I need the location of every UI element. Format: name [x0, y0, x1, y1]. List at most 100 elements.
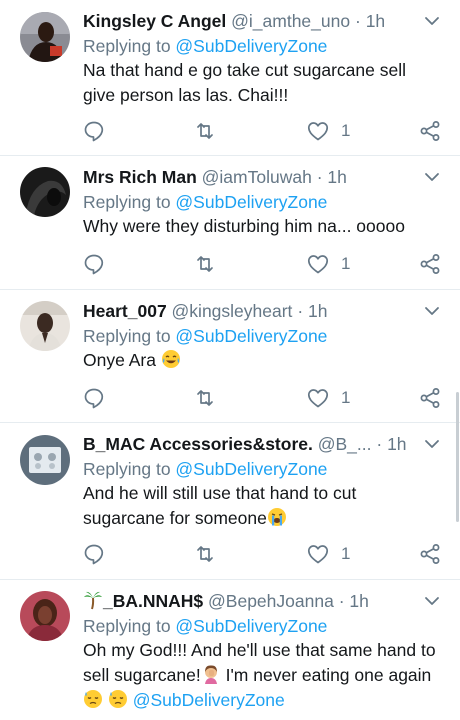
earrings-avatar — [20, 435, 70, 485]
replying-mention-link[interactable]: @SubDeliveryZone — [175, 616, 327, 636]
reply-icon[interactable] — [82, 542, 106, 566]
tweet[interactable]: Heart_007 @kingsleyheart · 1h Replying t… — [0, 290, 460, 423]
tweet-text-line: Why were they disturbing him na... ooooo — [83, 216, 405, 236]
tweet-header: Heart_007 @kingsleyheart · 1h — [83, 298, 416, 324]
loudly-crying-emoji — [267, 507, 287, 527]
like-count: 1 — [341, 544, 351, 563]
like-count: 1 — [341, 121, 351, 140]
tweet-actions: 1 — [0, 252, 460, 278]
tweet-text: Why were they disturbing him na... ooooo — [83, 214, 436, 239]
tweet-text-line: I'm never eating one again — [220, 665, 432, 685]
separator-dot: · — [376, 434, 383, 454]
tweet-actions: 1 — [0, 119, 460, 145]
chevron-down-icon[interactable] — [424, 13, 440, 29]
replying-prefix: Replying to — [83, 459, 176, 479]
man-indoor-avatar — [20, 301, 70, 351]
reply-icon[interactable] — [82, 119, 106, 143]
scrollbar[interactable] — [456, 392, 459, 522]
like-icon[interactable] — [306, 386, 330, 410]
like-icon[interactable] — [306, 119, 330, 143]
timestamp[interactable]: 1h — [387, 434, 406, 454]
timestamp[interactable]: 1h — [366, 11, 385, 31]
avatar[interactable] — [20, 435, 70, 485]
reply-icon[interactable] — [82, 386, 106, 410]
chevron-down-icon[interactable] — [424, 593, 440, 609]
tweet-text-line: give person las las. Chai!!! — [83, 85, 289, 105]
replying-prefix: Replying to — [83, 36, 176, 56]
user-handle[interactable]: @B_... — [318, 434, 372, 454]
tweet[interactable]: _BA.NNAH$ @BepehJoanna · 1h Replying to … — [0, 580, 460, 720]
user-handle[interactable]: @kingsleyheart — [172, 301, 293, 321]
display-name[interactable]: B_MAC Accessories&store. — [83, 434, 313, 454]
separator-dot: · — [316, 167, 323, 187]
downcast-sweat-emoji — [108, 689, 128, 709]
reply-icon[interactable] — [82, 252, 106, 276]
retweet-icon[interactable] — [193, 386, 217, 410]
retweet-icon[interactable] — [193, 119, 217, 143]
woman-red-avatar — [20, 591, 70, 641]
tweet-text: And he will still use that hand to cut s… — [83, 481, 436, 531]
like-icon[interactable] — [306, 542, 330, 566]
display-name[interactable]: Kingsley C Angel — [83, 11, 226, 31]
tweet[interactable]: Kingsley C Angel @i_amthe_uno · 1h Reply… — [0, 0, 460, 156]
tweet-text-line: Onye Ara — [83, 350, 156, 370]
replying-to: Replying to @SubDeliveryZone — [83, 33, 327, 59]
tweet-text-line: And he will still use that hand to cut — [83, 483, 357, 503]
tweet-text-line: Oh my God!!! And he'll use that same han… — [83, 640, 436, 660]
timestamp[interactable]: 1h — [349, 591, 368, 611]
tweet-text: Na that hand e go take cut sugarcane sel… — [83, 58, 436, 108]
chevron-down-icon[interactable] — [424, 169, 440, 185]
avatar[interactable] — [20, 167, 70, 217]
tweet-header: _BA.NNAH$ @BepehJoanna · 1h — [83, 588, 416, 614]
share-icon[interactable] — [418, 119, 442, 143]
woman-facepalming-emoji — [201, 664, 221, 684]
tweet-header: Mrs Rich Man @iamToluwah · 1h — [83, 164, 416, 190]
replying-mention-link[interactable]: @SubDeliveryZone — [175, 459, 327, 479]
tweet-actions: 1 — [0, 386, 460, 412]
share-icon[interactable] — [418, 386, 442, 410]
timestamp[interactable]: 1h — [327, 167, 346, 187]
share-icon[interactable] — [418, 252, 442, 276]
replying-prefix: Replying to — [83, 616, 176, 636]
mention-link[interactable]: @SubDeliveryZone — [133, 690, 285, 710]
tweet-text: Oh my God!!! And he'll use that same han… — [83, 638, 436, 713]
like-count: 1 — [341, 388, 351, 407]
palm-tree-emoji — [83, 590, 103, 610]
tweet[interactable]: Mrs Rich Man @iamToluwah · 1h Replying t… — [0, 156, 460, 290]
separator-dot: · — [354, 11, 361, 31]
tweet-actions: 1 — [0, 542, 460, 568]
replying-mention-link[interactable]: @SubDeliveryZone — [175, 36, 327, 56]
avatar[interactable] — [20, 12, 70, 62]
chevron-down-icon[interactable] — [424, 436, 440, 452]
tweet-text-line: sell sugarcane! — [83, 665, 201, 685]
replying-to: Replying to @SubDeliveryZone — [83, 613, 327, 639]
display-name[interactable]: Mrs Rich Man — [83, 167, 197, 187]
separator-dot: · — [297, 301, 304, 321]
replying-to: Replying to @SubDeliveryZone — [83, 323, 327, 349]
laughing-crying-emoji — [161, 349, 181, 369]
retweet-icon[interactable] — [193, 252, 217, 276]
replying-mention-link[interactable]: @SubDeliveryZone — [175, 326, 327, 346]
display-name[interactable]: _BA.NNAH$ — [103, 591, 203, 611]
like-icon[interactable] — [306, 252, 330, 276]
display-name[interactable]: Heart_007 — [83, 301, 167, 321]
user-handle[interactable]: @BepehJoanna — [208, 591, 334, 611]
like-count: 1 — [341, 254, 351, 273]
user-handle[interactable]: @iamToluwah — [202, 167, 312, 187]
avatar[interactable] — [20, 301, 70, 351]
tweet-text-line: sugarcane for someone — [83, 508, 267, 528]
tweet-header: B_MAC Accessories&store. @B_... · 1h — [83, 431, 416, 457]
replying-prefix: Replying to — [83, 326, 176, 346]
dark-portrait-avatar — [20, 167, 70, 217]
tweet-text: Onye Ara — [83, 348, 436, 373]
replying-mention-link[interactable]: @SubDeliveryZone — [175, 192, 327, 212]
share-icon[interactable] — [418, 542, 442, 566]
retweet-icon[interactable] — [193, 542, 217, 566]
replying-to: Replying to @SubDeliveryZone — [83, 456, 327, 482]
separator-dot: · — [338, 591, 345, 611]
timestamp[interactable]: 1h — [308, 301, 327, 321]
avatar[interactable] — [20, 591, 70, 641]
chevron-down-icon[interactable] — [424, 303, 440, 319]
user-handle[interactable]: @i_amthe_uno — [231, 11, 350, 31]
tweet[interactable]: B_MAC Accessories&store. @B_... · 1h Rep… — [0, 423, 460, 580]
